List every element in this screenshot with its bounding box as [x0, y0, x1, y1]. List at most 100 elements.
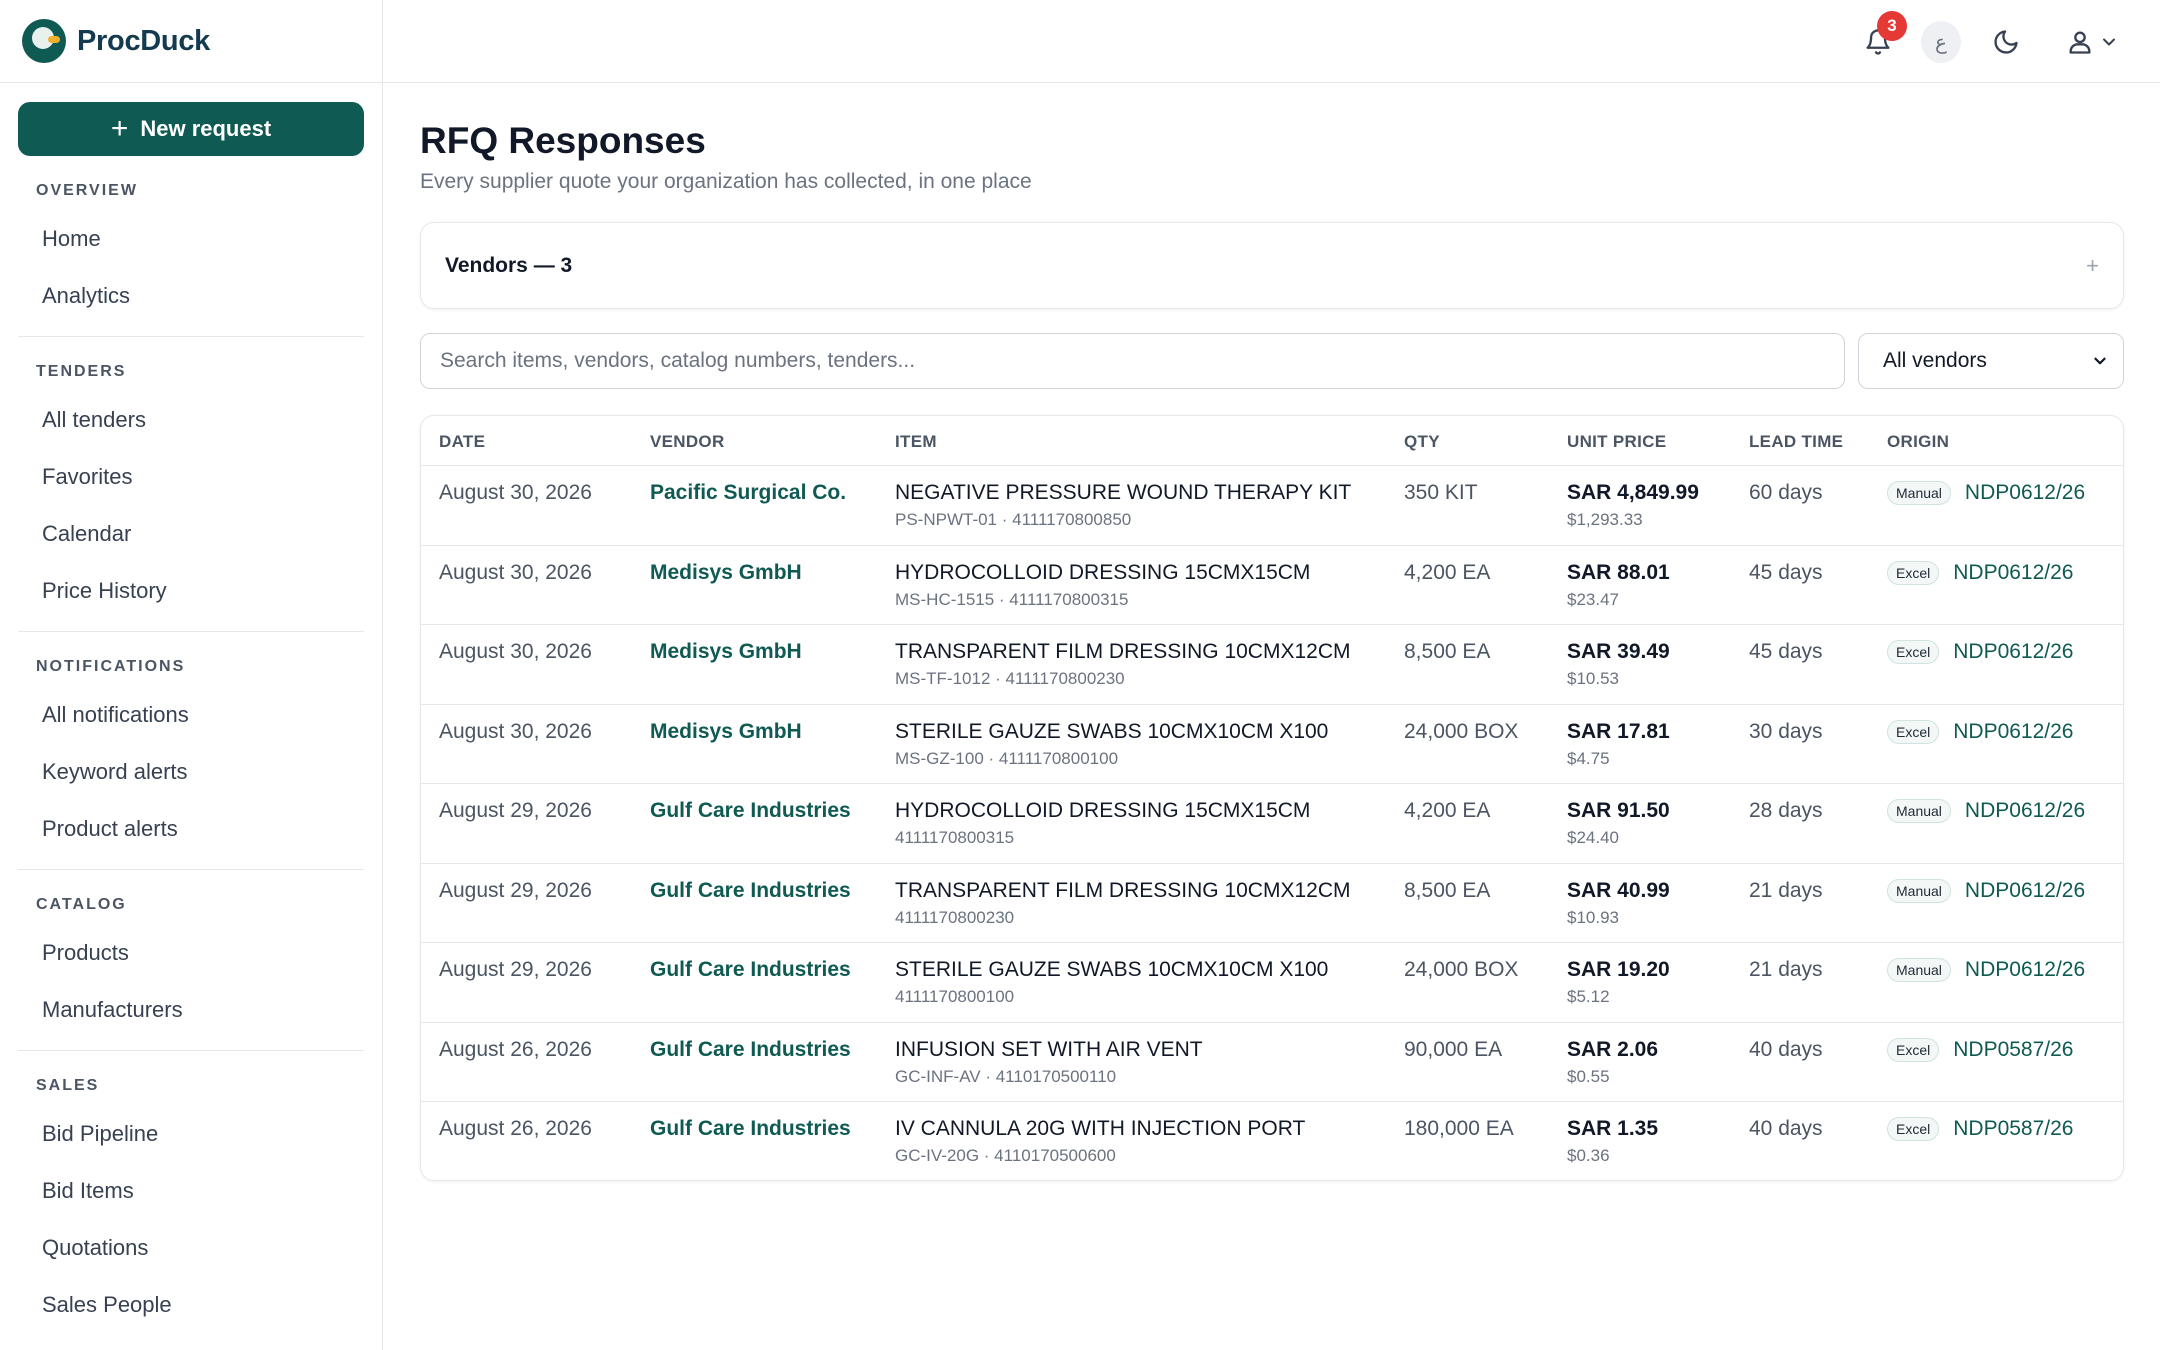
item-name: NEGATIVE PRESSURE WOUND THERAPY KIT: [895, 481, 1352, 504]
table-header: DATE VENDOR ITEM QTY UNIT PRICE LEAD TIM…: [421, 416, 2123, 466]
nav-section-sales: SALES Bid Pipeline Bid Items Quotations Sale…: [18, 1065, 364, 1345]
cell-vendor[interactable]: Medisys GmbH: [650, 720, 802, 744]
column-header-lead-time[interactable]: LEAD TIME: [1749, 432, 1843, 452]
cell-qty: 8,500 EA: [1404, 878, 1491, 902]
language-icon[interactable]: ع: [1921, 21, 1961, 63]
nav-section-title: TENDERS: [36, 363, 127, 380]
sidebar-item-products[interactable]: Products: [18, 924, 364, 981]
price-sar: SAR 1.35: [1567, 1117, 1659, 1140]
cell-lead-time: 40 days: [1749, 1037, 1823, 1061]
table-row[interactable]: August 30, 2026 Medisys GmbH HYDROCOLLOID …: [421, 546, 2123, 625]
tender-link[interactable]: NDP0587/26: [1953, 1038, 2073, 1062]
table-row[interactable]: August 26, 2026 Gulf Care Industries INFUS…: [421, 1023, 2123, 1102]
cell-vendor[interactable]: Medisys GmbH: [650, 640, 802, 664]
cell-unit-price: SAR 2.06 $0.55: [1567, 1038, 1658, 1087]
cell-origin: Excel NDP0587/26: [1887, 1037, 2073, 1062]
cell-item: IV CANNULA 20G WITH INJECTION PORT GC-IV-…: [895, 1117, 1305, 1166]
table-row[interactable]: August 29, 2026 Gulf Care Industries TRANS…: [421, 864, 2123, 943]
sidebar-item-favorites[interactable]: Favorites: [18, 448, 364, 505]
tender-link[interactable]: NDP0612/26: [1965, 799, 2085, 823]
column-header-date[interactable]: DATE: [439, 432, 485, 452]
origin-tag: Excel: [1887, 640, 1940, 664]
tender-link[interactable]: NDP0612/26: [1965, 958, 2085, 982]
sidebar-item-calendar[interactable]: Calendar: [18, 505, 364, 562]
table-row[interactable]: August 30, 2026 Medisys GmbH STERILE GAUZE…: [421, 705, 2123, 784]
sidebar-nav: OVERVIEW Home Analytics TENDERS All tenders F…: [18, 170, 364, 1350]
sidebar-item-bid-items[interactable]: Bid Items: [18, 1162, 364, 1219]
cell-lead-time: 45 days: [1749, 640, 1823, 663]
sidebar-item-bid-pipeline[interactable]: Bid Pipeline: [18, 1105, 364, 1162]
cell-vendor[interactable]: Gulf Care Industries: [650, 958, 851, 982]
search-input[interactable]: [420, 333, 1845, 389]
cell-date: August 29, 2026: [439, 878, 592, 902]
column-header-item[interactable]: ITEM: [895, 432, 937, 452]
table-row[interactable]: August 30, 2026 Pacific Surgical Co. NEGAT…: [421, 466, 2123, 546]
price-usd: $4.75: [1567, 748, 1610, 768]
moon-icon[interactable]: [1986, 22, 2026, 62]
cell-lead-time: 28 days: [1749, 799, 1823, 822]
cell-date: August 26, 2026: [439, 1117, 592, 1140]
cell-qty: 8,500 EA: [1404, 640, 1491, 663]
sidebar: ProcDuck + New request OVERVIEW Home Analy…: [0, 0, 383, 1350]
cell-vendor[interactable]: Gulf Care Industries: [650, 1117, 851, 1141]
price-sar: SAR 91.50: [1567, 799, 1670, 822]
duck-logo-icon: [22, 19, 66, 63]
cell-vendor[interactable]: Gulf Care Industries: [650, 1038, 851, 1062]
sidebar-item-analytics[interactable]: Analytics: [18, 267, 364, 324]
sidebar-item-all-notifications[interactable]: All notifications: [18, 686, 364, 743]
sidebar-item-all-tenders[interactable]: All tenders: [18, 391, 364, 448]
tender-link[interactable]: NDP0587/26: [1953, 1117, 2073, 1141]
sidebar-item-quotations[interactable]: Quotations: [18, 1219, 364, 1276]
table-row[interactable]: August 29, 2026 Gulf Care Industries HYDRO…: [421, 784, 2123, 864]
cell-date: August 30, 2026: [439, 719, 592, 743]
sidebar-item-keyword-alerts[interactable]: Keyword alerts: [18, 743, 364, 800]
cell-item: INFUSION SET WITH AIR VENT GC-INF-AV · 41…: [895, 1038, 1203, 1087]
item-catalog-number: MS-TF-1012 · 4111170800230: [895, 669, 1125, 688]
tender-link[interactable]: NDP0612/26: [1953, 640, 2073, 664]
column-header-unit-price[interactable]: UNIT PRICE: [1567, 432, 1666, 452]
cell-vendor[interactable]: Medisys GmbH: [650, 561, 802, 585]
cell-unit-price: SAR 91.50 $24.40: [1567, 799, 1670, 848]
cell-qty: 350 KIT: [1404, 481, 1478, 504]
page-title: RFQ Responses: [420, 120, 706, 161]
sidebar-item-manufacturers[interactable]: Manufacturers: [18, 981, 364, 1038]
table-row[interactable]: August 26, 2026 Gulf Care Industries IV CA…: [421, 1102, 2123, 1180]
sidebar-item-home[interactable]: Home: [18, 210, 364, 267]
origin-tag: Manual: [1887, 481, 1951, 505]
tender-link[interactable]: NDP0612/26: [1965, 481, 2085, 505]
item-name: INFUSION SET WITH AIR VENT: [895, 1037, 1203, 1061]
table-row[interactable]: August 29, 2026 Gulf Care Industries STERI…: [421, 943, 2123, 1023]
new-request-button[interactable]: + New request: [18, 102, 364, 156]
sidebar-item-product-alerts[interactable]: Product alerts: [18, 800, 364, 857]
expand-plus-icon[interactable]: +: [2086, 253, 2099, 279]
cell-date: August 29, 2026: [439, 799, 592, 822]
table-body: August 30, 2026 Pacific Surgical Co. NEGAT…: [421, 466, 2123, 1180]
tender-link[interactable]: NDP0612/26: [1953, 561, 2073, 585]
item-catalog-number: 4111170800315: [895, 828, 1015, 847]
topbar: 3 ع: [383, 0, 2160, 83]
cell-origin: Excel NDP0612/26: [1887, 719, 2073, 744]
tender-link[interactable]: NDP0612/26: [1965, 879, 2085, 903]
column-header-vendor[interactable]: VENDOR: [650, 432, 725, 452]
vendors-panel[interactable]: Vendors — 3 +: [420, 222, 2124, 309]
item-catalog-number: MS-HC-1515 · 4111170800315: [895, 589, 1129, 609]
item-name: HYDROCOLLOID DRESSING 15CMX15CM: [895, 799, 1311, 822]
vendor-filter-select[interactable]: All vendors: [1858, 333, 2124, 389]
sidebar-item-sales-people[interactable]: Sales People: [18, 1276, 364, 1333]
cell-vendor[interactable]: Pacific Surgical Co.: [650, 481, 846, 505]
sidebar-item-price-history[interactable]: Price History: [18, 562, 364, 619]
column-header-qty[interactable]: QTY: [1404, 432, 1440, 452]
column-header-origin[interactable]: ORIGIN: [1887, 432, 1949, 452]
table-row[interactable]: August 30, 2026 Medisys GmbH TRANSPARENT F…: [421, 625, 2123, 705]
cell-item: HYDROCOLLOID DRESSING 15CMX15CM MS-HC-151…: [895, 561, 1310, 610]
page-subtitle: Every supplier quote your organization h…: [420, 170, 1032, 193]
cell-vendor[interactable]: Gulf Care Industries: [650, 879, 851, 903]
tender-link[interactable]: NDP0612/26: [1953, 720, 2073, 744]
cell-vendor[interactable]: Gulf Care Industries: [650, 799, 851, 823]
item-name: TRANSPARENT FILM DRESSING 10CMX12CM: [895, 878, 1351, 902]
cell-unit-price: SAR 88.01 $23.47: [1567, 561, 1670, 610]
brand[interactable]: ProcDuck: [0, 0, 382, 83]
chevron-down-icon[interactable]: [2094, 22, 2124, 62]
origin-tag: Excel: [1887, 719, 1940, 744]
cell-origin: Excel NDP0612/26: [1887, 640, 2073, 664]
